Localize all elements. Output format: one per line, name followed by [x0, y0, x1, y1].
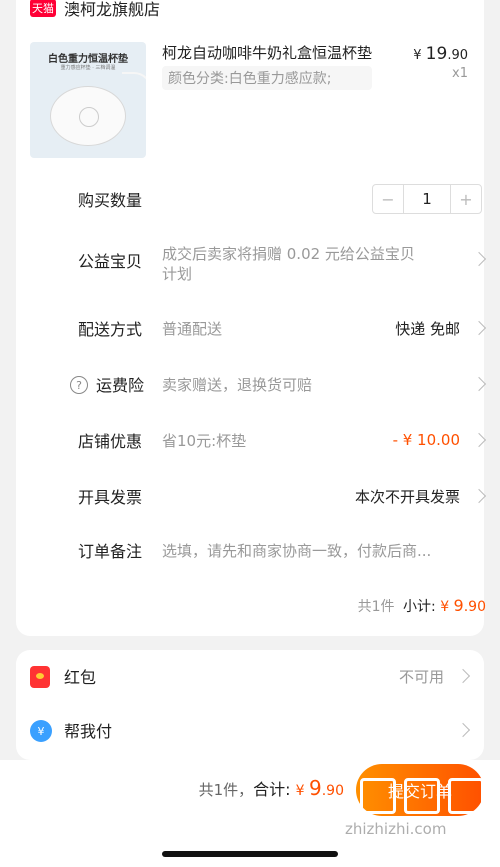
- hongbao-status: 不可用: [398, 667, 444, 686]
- subtotal: 共1件 小计: ¥ 9.90: [358, 596, 486, 616]
- insurance-label: 运费险: [96, 376, 145, 395]
- watermark-logo: [360, 778, 484, 814]
- invoice-right: 本次不开具发票: [354, 487, 460, 506]
- quantity-label: 购买数量: [78, 191, 143, 210]
- total-amount: ¥ 9.90: [295, 776, 344, 800]
- delivery-label: 配送方式: [78, 320, 143, 339]
- red-envelope-icon: [30, 666, 50, 688]
- watermark-text: zhizhizhi.com: [345, 820, 447, 838]
- insurance-value: 卖家赠送，退换货可赔: [162, 375, 313, 394]
- watermark-glyph: [360, 778, 396, 814]
- insurance-row[interactable]: 运费险 卖家赠送，退换货可赔: [96, 369, 487, 399]
- price-int: 19: [425, 44, 448, 64]
- note-row[interactable]: 订单备注 选填，请先和商家协商一致，付款后商...: [78, 535, 484, 565]
- hongbao-row[interactable]: 红包 不可用: [64, 662, 471, 690]
- product-qty: x1: [452, 66, 468, 81]
- invoice-row[interactable]: 开具发票 本次不开具发票: [78, 481, 487, 511]
- note-label: 订单备注: [78, 542, 143, 561]
- charity-value: 成交后卖家将捐赠 0.02 元给公益宝贝 计划: [162, 245, 415, 283]
- extras-card: 红包 不可用 ¥ 帮我付: [16, 650, 484, 760]
- quantity-value[interactable]: 1: [403, 185, 451, 213]
- home-indicator[interactable]: [162, 851, 338, 857]
- chevron-right-icon: [471, 432, 487, 448]
- decrement-button[interactable]: −: [373, 185, 403, 213]
- charity-label: 公益宝贝: [78, 252, 143, 271]
- price-dec: .90: [447, 48, 468, 63]
- chevron-right-icon: [471, 251, 487, 267]
- thumb-title: 白色重力恒温杯垫: [48, 54, 128, 65]
- hongbao-label: 红包: [64, 668, 97, 687]
- product-variant: 颜色分类:白色重力感应款;: [162, 66, 372, 90]
- charity-row[interactable]: 公益宝贝 成交后卖家将捐赠 0.02 元给公益宝贝 计划: [78, 244, 487, 284]
- note-input[interactable]: 选填，请先和商家协商一致，付款后商...: [162, 540, 484, 561]
- delivery-right: 快递 免邮: [395, 319, 460, 338]
- subtotal-amount: ¥ 9.90: [440, 596, 486, 615]
- discount-amount: - ¥ 10.00: [392, 431, 460, 449]
- product-cable: [122, 72, 146, 102]
- watermark-glyph: [448, 778, 484, 814]
- price-symbol: ¥: [413, 48, 422, 63]
- discount-label: 店铺优惠: [78, 432, 143, 451]
- help-icon[interactable]: ?: [70, 376, 88, 394]
- delivery-row[interactable]: 配送方式 普通配送 快递 免邮: [78, 313, 487, 343]
- subtotal-count: 共1件: [357, 599, 395, 615]
- product-price: ¥ 19.90: [413, 44, 468, 64]
- product-title[interactable]: 柯龙自动咖啡牛奶礼盒恒温杯垫: [162, 42, 402, 63]
- total-summary: 共1件，合计: ¥ 9.90: [199, 776, 344, 800]
- yuan-icon: ¥: [30, 720, 52, 742]
- chevron-right-icon: [455, 668, 471, 684]
- subtotal-label: 小计:: [403, 599, 436, 615]
- discount-row[interactable]: 店铺优惠 省10元:杯垫 - ¥ 10.00: [78, 425, 487, 455]
- total-count: 共1件，: [198, 781, 254, 799]
- tmall-badge: 天猫: [30, 0, 56, 17]
- product-pad-center: [79, 107, 99, 127]
- increment-button[interactable]: +: [451, 185, 481, 213]
- chevron-right-icon: [471, 320, 487, 336]
- delivery-value: 普通配送: [162, 319, 223, 338]
- total-label: 合计:: [253, 780, 291, 799]
- chevron-right-icon: [455, 722, 471, 738]
- store-name[interactable]: 澳柯龙旗舰店: [64, 0, 160, 20]
- chevron-right-icon: [471, 488, 487, 504]
- chevron-right-icon: [471, 376, 487, 392]
- product-pad-image: [50, 86, 126, 146]
- quantity-stepper[interactable]: − 1 +: [372, 184, 482, 214]
- thumb-subtitle: 重力感应杯垫 · 三档调温: [60, 65, 116, 71]
- watermark-glyph: [404, 778, 440, 814]
- product-thumbnail[interactable]: 白色重力恒温杯垫 重力感应杯垫 · 三档调温: [30, 42, 146, 158]
- discount-value: 省10元:杯垫: [162, 431, 247, 450]
- store-header[interactable]: 天猫 澳柯龙旗舰店: [30, 0, 160, 20]
- helppay-row[interactable]: 帮我付: [64, 716, 471, 744]
- invoice-label: 开具发票: [78, 488, 143, 507]
- helppay-label: 帮我付: [64, 722, 113, 741]
